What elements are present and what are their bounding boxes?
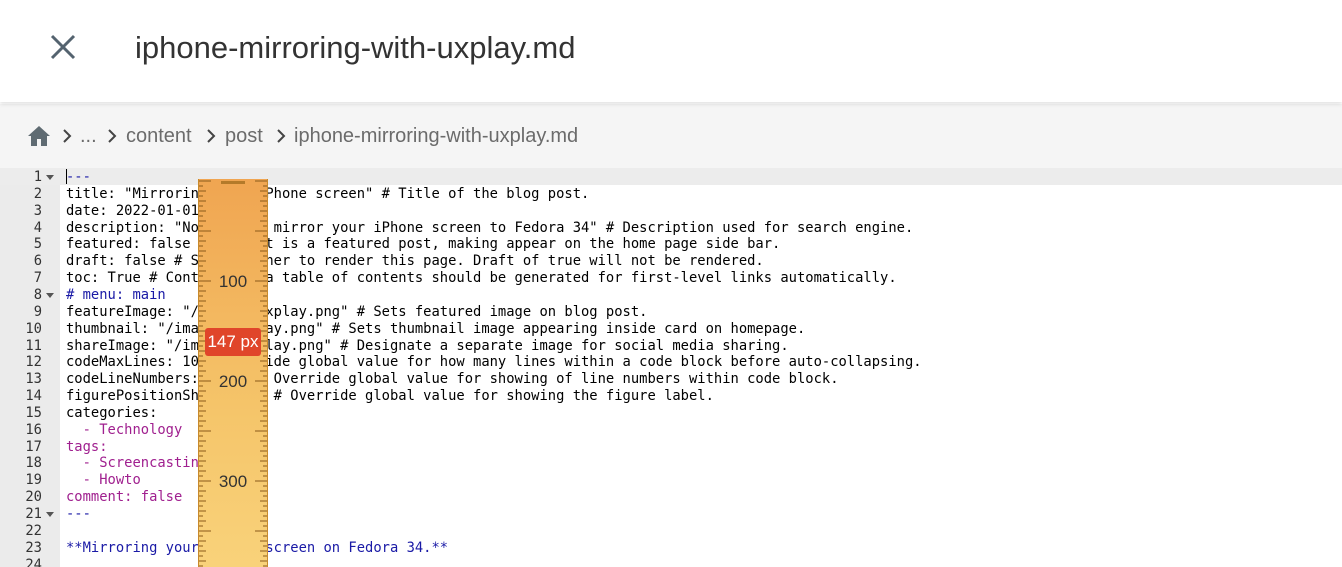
line-number: 1	[33, 169, 42, 185]
line-number: 24	[25, 556, 42, 567]
code-token: thumbnail: "/images/uxplay.png" # Sets t…	[66, 320, 806, 337]
code-text: figurePositionShow: true # Override glob…	[66, 388, 714, 405]
line-number: 13	[25, 371, 42, 388]
line-number: 21	[25, 506, 42, 522]
chevron-right-icon	[277, 129, 286, 143]
code-token: figurePositionShow: true # Override glob…	[66, 388, 714, 405]
code-token: title: "Mirroring your iPhone screen" # …	[66, 185, 590, 202]
code-token: shareImage: "/images/uxplay.png" # Desig…	[66, 337, 789, 354]
code-text: thumbnail: "/images/uxplay.png" # Sets t…	[66, 321, 805, 338]
code-text: featureImage: "/images/uxplay.png" # Set…	[66, 304, 647, 321]
code-token: - Technology	[66, 421, 183, 438]
code-text: comment: false	[66, 489, 182, 506]
home-icon	[28, 126, 50, 146]
line-number: 22	[25, 522, 42, 539]
line-number: 8	[33, 286, 42, 303]
line-number: 7	[33, 270, 42, 287]
code-token: ---	[66, 169, 91, 185]
code-text: - Howto	[66, 472, 141, 489]
fold-arrow-icon[interactable]	[46, 175, 54, 180]
code-token: toc: True # Controls if a table of conte…	[66, 270, 897, 287]
chevron-right-icon	[63, 129, 72, 143]
code-token: # menu: main	[66, 286, 166, 303]
line-number: 5	[33, 236, 42, 253]
code-token: codeMaxLines: 10 # Override global value…	[66, 354, 922, 371]
code-text: featured: false # If post is a featured …	[66, 236, 780, 253]
code-token: - Howto	[66, 472, 141, 489]
line-number: 9	[33, 303, 42, 320]
breadcrumb-post[interactable]: post	[225, 124, 263, 148]
ruler-label-200: 200	[218, 372, 248, 391]
line-number: 14	[25, 388, 42, 405]
line-number: 2	[33, 185, 42, 202]
line-number: 15	[25, 404, 42, 421]
breadcrumb-current-file: iphone-mirroring-with-uxplay.md	[294, 125, 579, 147]
breadcrumb-content[interactable]: content	[126, 124, 192, 148]
ruler-label-100: 100	[218, 272, 248, 291]
line-number: 18	[25, 455, 42, 472]
code-text: draft: false # Sets whether to render th…	[66, 253, 764, 270]
breadcrumb: ... content post iphone-mirroring-with-u…	[0, 104, 1342, 168]
code-token: - Screencasting	[66, 455, 208, 472]
code-token: tags:	[66, 438, 108, 455]
line-number: 16	[25, 421, 42, 438]
code-token: featured: false # If post is a featured …	[66, 236, 781, 253]
fold-arrow-icon[interactable]	[46, 292, 54, 298]
code-token: description: "Now how to mirror your iPh…	[66, 219, 914, 236]
code-token: date: 2022-01-01	[66, 202, 199, 219]
line-number: 19	[25, 472, 42, 489]
breadcrumb-ellipsis[interactable]: ...	[80, 124, 97, 148]
line-number: 6	[33, 253, 42, 270]
code-token: codeLineNumbers: false # Override global…	[66, 371, 839, 388]
code-text: title: "Mirroring your iPhone screen" # …	[66, 186, 589, 203]
code-token: featureImage: "/images/uxplay.png" # Set…	[66, 303, 648, 320]
code-text: # menu: main	[66, 287, 166, 304]
code-text: codeLineNumbers: false # Override global…	[66, 371, 839, 388]
code-token: categories:	[66, 404, 158, 421]
close-icon	[50, 34, 76, 60]
code-text: date: 2022-01-01	[66, 203, 199, 220]
line-number: 3	[33, 202, 42, 219]
text-cursor	[66, 169, 67, 184]
code-text: description: "Now how to mirror your iPh…	[66, 220, 913, 237]
code-text: - Technology	[66, 421, 183, 439]
code-token: ---	[66, 506, 91, 522]
code-text: ---	[66, 169, 91, 186]
code-text: shareImage: "/images/uxplay.png" # Desig…	[66, 338, 789, 355]
code-token: draft: false # Sets whether to render th…	[66, 253, 764, 270]
close-button[interactable]	[44, 28, 82, 66]
line-number: 11	[25, 337, 42, 354]
code-token: comment: false	[66, 489, 183, 506]
code-text: toc: True # Controls if a table of conte…	[66, 270, 897, 287]
line-number: 20	[25, 489, 42, 506]
line-number: 10	[25, 320, 42, 337]
code-text: - Screencasting	[66, 455, 208, 472]
line-number: 4	[33, 219, 42, 236]
code-text: tags:	[66, 439, 108, 456]
chevron-right-icon	[108, 129, 117, 143]
ruler-measurement-badge: 147 px	[205, 328, 261, 356]
code-text: codeMaxLines: 10 # Override global value…	[66, 354, 922, 371]
fold-arrow-icon[interactable]	[46, 512, 54, 517]
ruler-label-300: 300	[218, 472, 248, 491]
line-number: 23	[25, 539, 42, 556]
file-title: iphone-mirroring-with-uxplay.md	[135, 30, 576, 65]
chevron-right-icon	[207, 129, 216, 143]
code-text: ---	[66, 506, 91, 523]
ruler-grip	[221, 181, 245, 184]
home-button[interactable]	[27, 125, 51, 147]
line-number: 17	[25, 438, 42, 455]
screen-ruler-overlay[interactable]: 100 200 300 147 px	[198, 179, 268, 567]
code-text: categories:	[66, 405, 157, 422]
line-number: 12	[25, 354, 42, 371]
app-header: iphone-mirroring-with-uxplay.md	[0, 0, 1342, 102]
